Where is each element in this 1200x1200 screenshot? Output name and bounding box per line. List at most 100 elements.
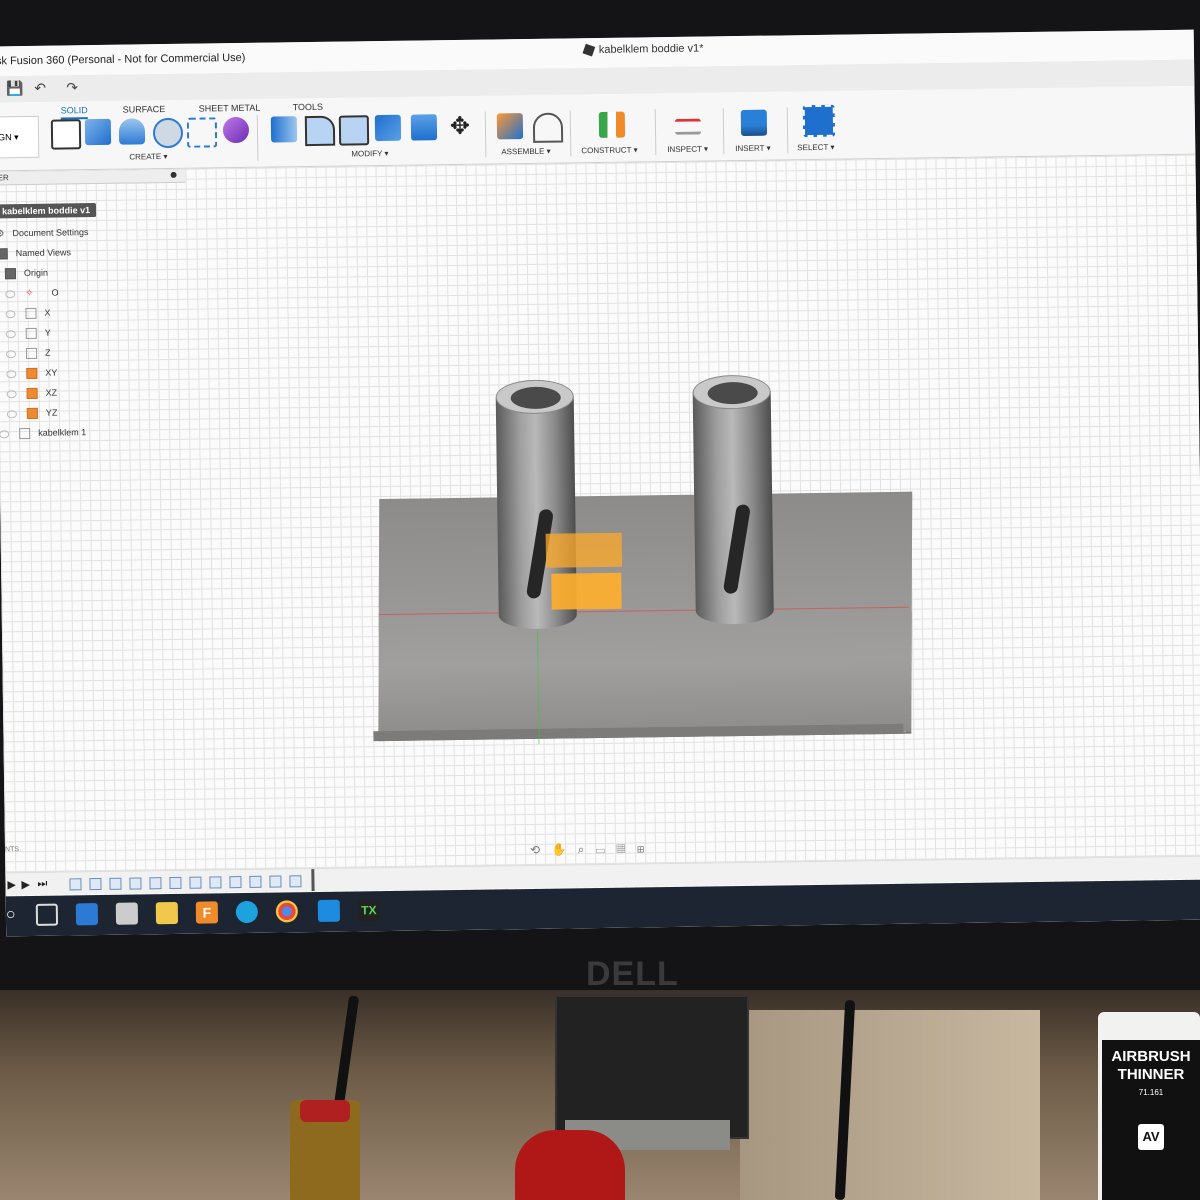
tree-item-component[interactable]: kabelklem 1 (0, 427, 86, 446)
select-group-label[interactable]: SELECT ▾ (797, 143, 834, 153)
tree-item-xz-plane[interactable]: XZ (6, 387, 58, 407)
play-icon[interactable]: ▶ (7, 878, 16, 891)
tree-item-z-axis[interactable]: Z (6, 348, 51, 367)
tree-item-origin-point[interactable]: ✧ O (5, 288, 59, 307)
timeline-feature-icon[interactable] (129, 877, 142, 890)
comments-panel-label[interactable]: NTS (5, 846, 19, 853)
tree-item-x-axis[interactable]: X (5, 307, 51, 327)
insert-image-icon[interactable] (740, 109, 768, 136)
pattern-icon[interactable] (186, 117, 218, 148)
grid-settings-icon[interactable]: ▦ (616, 842, 629, 856)
assemble-group-label[interactable]: ASSEMBLE ▾ (501, 147, 550, 157)
select-icon[interactable] (802, 104, 836, 138)
timeline-feature-icon[interactable] (289, 875, 302, 888)
visibility-eye-icon[interactable] (6, 349, 17, 358)
create-group-label[interactable]: CREATE ▾ (129, 152, 167, 162)
browser-header-label: ER (0, 173, 9, 183)
create-sketch-icon[interactable] (50, 119, 82, 150)
root-component-label: kabelklem boddie v1 (0, 203, 97, 219)
visibility-eye-icon[interactable] (6, 369, 17, 378)
search-icon[interactable]: ○ (6, 904, 28, 926)
shell-icon[interactable] (374, 114, 402, 142)
plane-icon (26, 387, 38, 400)
redo-icon[interactable]: ↷ (66, 79, 78, 96)
timeline-feature-icon[interactable] (229, 876, 242, 889)
construct-group-label[interactable]: CONSTRUCT ▾ (581, 145, 637, 155)
teamviewer-icon[interactable]: TX (357, 899, 381, 922)
orbit-icon[interactable]: ⟲ (530, 843, 544, 857)
undo-icon[interactable]: ↶ (34, 80, 46, 97)
store-icon[interactable] (115, 902, 139, 925)
tree-item-origin[interactable]: Origin (4, 268, 48, 287)
timeline-feature-icon[interactable] (69, 878, 82, 891)
timeline-feature-icon[interactable] (269, 875, 282, 888)
hole-icon[interactable] (152, 117, 184, 149)
workspace-selector[interactable]: GN ▾ (0, 115, 40, 159)
selected-sketch-profile[interactable] (551, 572, 622, 610)
step-forward-icon[interactable]: ▶ (21, 878, 30, 891)
visibility-eye-icon[interactable] (5, 289, 16, 298)
app-title: sk Fusion 360 (Personal - Not for Commer… (0, 51, 246, 68)
tree-item-document-settings[interactable]: ⚙ Document Settings (0, 227, 89, 246)
tab-surface[interactable]: SURFACE (123, 104, 166, 115)
timeline-feature-icon[interactable] (209, 876, 222, 889)
press-pull-icon[interactable] (270, 116, 298, 143)
base-plate-body[interactable] (378, 491, 913, 740)
timeline-feature-icon[interactable] (249, 875, 262, 888)
tree-item-xy-plane[interactable]: XY (6, 368, 57, 387)
zoom-icon[interactable]: ⌕ (578, 842, 589, 856)
timeline-feature-icon[interactable] (109, 877, 122, 890)
chamfer-icon[interactable] (338, 115, 370, 146)
visibility-eye-icon[interactable] (5, 309, 16, 318)
visibility-eye-icon[interactable] (6, 409, 17, 418)
measure-icon[interactable] (674, 118, 702, 135)
inspect-group-label[interactable]: INSPECT ▾ (667, 144, 708, 154)
mail-icon[interactable] (75, 903, 99, 926)
tree-item-label: X (44, 307, 51, 318)
chrome-icon[interactable] (275, 900, 299, 923)
offset-plane-icon[interactable] (598, 111, 626, 138)
tab-solid[interactable]: SOLID (60, 105, 88, 120)
timeline-feature-icon[interactable] (89, 877, 102, 891)
create-form-icon[interactable] (222, 116, 250, 144)
viewports-icon[interactable]: ⊞ (637, 841, 649, 855)
app-icon[interactable] (317, 899, 341, 922)
combine-icon[interactable] (410, 114, 438, 141)
extrude-icon[interactable] (84, 118, 112, 146)
joint-icon[interactable] (532, 112, 564, 143)
selected-sketch-profile[interactable] (545, 532, 623, 568)
task-view-icon[interactable] (35, 903, 59, 926)
browser-root[interactable]: kabelklem boddie v1 (0, 203, 97, 224)
tab-tools[interactable]: TOOLS (293, 102, 323, 112)
gear-icon: ⚙ (0, 228, 5, 239)
visibility-eye-icon[interactable] (6, 389, 17, 398)
left-cylinder-hole (510, 386, 561, 410)
fusion360-icon[interactable]: F (195, 901, 219, 924)
origin-point-icon: ✧ (25, 288, 34, 300)
fillet-icon[interactable] (304, 115, 336, 147)
tab-sheet-metal[interactable]: SHEET METAL (199, 103, 261, 114)
modify-group-label[interactable]: MODIFY ▾ (351, 149, 388, 159)
pan-icon[interactable]: ✋ (551, 842, 570, 856)
new-component-icon[interactable] (496, 113, 524, 140)
visibility-eye-icon[interactable] (5, 329, 16, 338)
timeline-marker[interactable] (311, 869, 315, 892)
display-settings-icon[interactable]: ▭ (596, 842, 609, 856)
go-to-end-icon[interactable]: ⏭ (37, 878, 47, 891)
visibility-eye-icon[interactable] (0, 429, 10, 439)
move-copy-icon[interactable]: ✥ (447, 113, 473, 140)
tree-item-named-views[interactable]: Named Views (0, 247, 71, 266)
revolve-icon[interactable] (118, 118, 146, 145)
ccleaner-icon[interactable] (235, 900, 259, 924)
pin-icon[interactable] (170, 171, 177, 178)
timeline-feature-icon[interactable] (189, 876, 202, 889)
tree-item-label: Z (44, 347, 51, 358)
tree-item-y-axis[interactable]: Y (5, 328, 51, 347)
tree-item-yz-plane[interactable]: YZ (6, 408, 58, 427)
timeline-feature-icon[interactable] (169, 876, 182, 890)
file-explorer-icon[interactable] (155, 901, 179, 925)
timeline-feature-icon[interactable] (149, 877, 162, 890)
insert-group-label[interactable]: INSERT ▾ (735, 144, 770, 153)
document-tab[interactable]: kabelklem boddie v1* (582, 41, 704, 69)
save-icon[interactable]: 💾 (6, 80, 24, 97)
